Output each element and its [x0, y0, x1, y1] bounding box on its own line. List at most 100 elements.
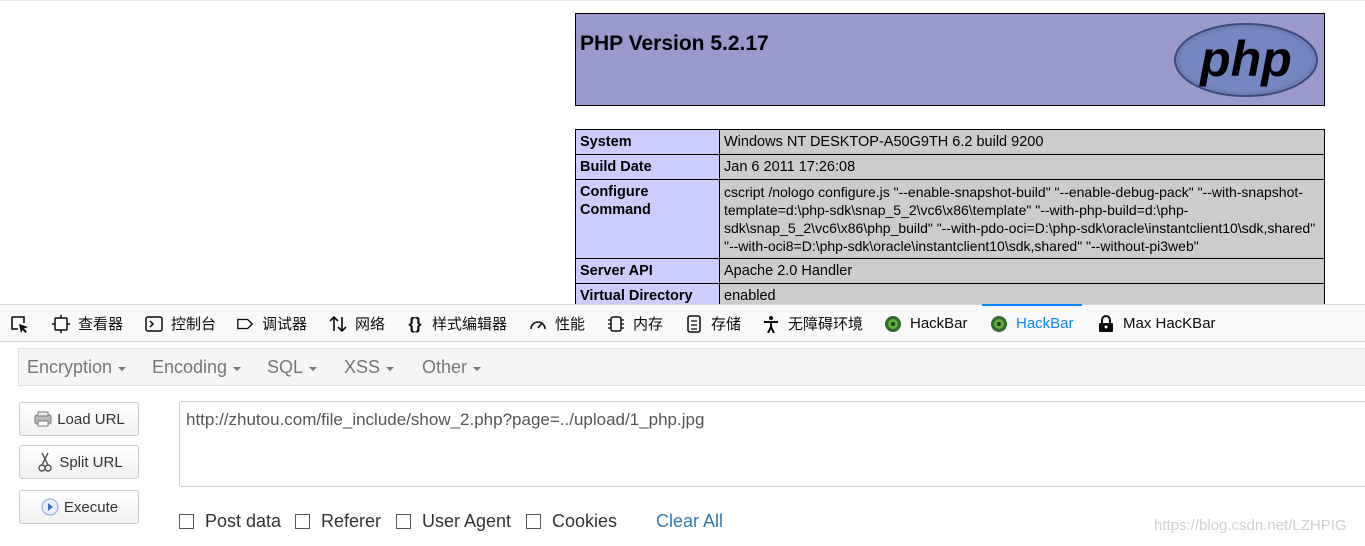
- hackbar-icon: [884, 315, 902, 333]
- menu-label: Other: [422, 357, 468, 377]
- caret-down-icon: [473, 366, 482, 371]
- tab-label: 内存: [633, 316, 664, 333]
- tab-accessibility[interactable]: 无障碍环境: [762, 305, 863, 342]
- page-viewport: PHP Version 5.2.17 php System Windows NT…: [0, 0, 1365, 305]
- execute-label: Execute: [63, 498, 119, 516]
- tab-style-editor[interactable]: {} 样式编辑器: [406, 305, 507, 342]
- php-info-table: System Windows NT DESKTOP-A50G9TH 6.2 bu…: [575, 129, 1325, 305]
- tab-label: 样式编辑器: [432, 316, 508, 333]
- row-value: cscript /nologo configure.js "--enable-s…: [719, 179, 1325, 259]
- table-row: Virtual Directory enabled: [575, 283, 1325, 305]
- row-value: Windows NT DESKTOP-A50G9TH 6.2 build 920…: [719, 129, 1325, 155]
- checkbox-box[interactable]: [179, 513, 194, 529]
- accessibility-icon: [762, 315, 780, 333]
- menu-encryption[interactable]: Encryption: [27, 349, 127, 386]
- split-url-label: Split URL: [59, 453, 123, 471]
- load-url-icon: [33, 409, 53, 429]
- tab-hackbar-2[interactable]: HackBar: [982, 304, 1082, 342]
- menu-sql[interactable]: SQL: [267, 349, 318, 386]
- clear-all-link[interactable]: Clear All: [656, 510, 723, 532]
- table-row: Configure Command cscript /nologo config…: [575, 179, 1325, 259]
- user-agent-checkbox[interactable]: User Agent: [396, 510, 511, 532]
- post-data-checkbox[interactable]: Post data: [179, 510, 281, 532]
- tab-label: Max HacKBar: [1123, 315, 1216, 332]
- performance-icon: [529, 315, 547, 333]
- checkbox-label: Post data: [205, 510, 282, 531]
- referer-checkbox[interactable]: Referer: [295, 510, 381, 532]
- caret-down-icon: [386, 366, 395, 371]
- storage-icon: [685, 314, 703, 333]
- table-row: System Windows NT DESKTOP-A50G9TH 6.2 bu…: [575, 129, 1325, 155]
- row-key: Configure Command: [575, 179, 720, 259]
- scissors-icon: [35, 452, 55, 472]
- checkbox-box[interactable]: [396, 513, 411, 529]
- style-editor-icon: {}: [408, 313, 422, 333]
- tab-label: 网络: [355, 316, 386, 333]
- tab-label: 查看器: [78, 316, 124, 333]
- table-row: Server API Apache 2.0 Handler: [575, 258, 1325, 284]
- menu-label: Encryption: [27, 357, 113, 377]
- memory-icon: [607, 315, 625, 333]
- tab-network[interactable]: 网络: [329, 305, 385, 342]
- load-url-label: Load URL: [57, 410, 125, 428]
- url-textarea[interactable]: http://zhutou.com/file_include/show_2.ph…: [179, 401, 1365, 487]
- tab-label: 存储: [711, 316, 742, 333]
- lock-icon: [1097, 314, 1115, 333]
- caret-down-icon: [118, 366, 127, 371]
- checkbox-box[interactable]: [295, 513, 310, 529]
- execute-button[interactable]: Execute: [19, 490, 139, 524]
- checkbox-label: Referer: [321, 510, 382, 531]
- tab-inspector[interactable]: 查看器: [52, 305, 123, 342]
- element-picker-icon[interactable]: [10, 315, 30, 335]
- tab-label: 调试器: [262, 316, 308, 333]
- menu-label: Encoding: [152, 357, 228, 377]
- tab-memory[interactable]: 内存: [607, 305, 663, 342]
- menu-label: XSS: [344, 357, 381, 377]
- tab-label: 性能: [555, 316, 586, 333]
- tab-label: HackBar: [1016, 315, 1074, 332]
- tab-max-hackbar[interactable]: Max HacKBar: [1097, 305, 1216, 342]
- hackbar-menubar: Encryption Encoding SQL XSS Other: [18, 348, 1365, 386]
- menu-other[interactable]: Other: [422, 349, 482, 386]
- tab-performance[interactable]: 性能: [529, 305, 585, 342]
- row-value: enabled: [719, 283, 1325, 305]
- cookies-checkbox[interactable]: Cookies: [526, 510, 617, 532]
- devtools-toolbar: 查看器 控制台 调试器 网络 {} 样式编辑器 性能 内存 存储 无障碍环境 H…: [0, 304, 1365, 342]
- tab-label: 无障碍环境: [788, 316, 864, 333]
- inspector-icon: [52, 314, 70, 333]
- caret-down-icon: [233, 366, 242, 371]
- tab-console[interactable]: 控制台: [145, 305, 216, 342]
- tab-storage[interactable]: 存储: [685, 305, 741, 342]
- table-row: Build Date Jan 6 2011 17:26:08: [575, 154, 1325, 180]
- split-url-button[interactable]: Split URL: [19, 445, 139, 479]
- tab-label: 控制台: [171, 316, 217, 333]
- row-key: Virtual Directory: [575, 283, 720, 305]
- tab-label: HackBar: [910, 315, 968, 332]
- load-url-button[interactable]: Load URL: [19, 402, 139, 436]
- caret-down-icon: [309, 366, 318, 371]
- checkbox-box[interactable]: [526, 513, 541, 529]
- checkbox-label: User Agent: [422, 510, 512, 531]
- watermark: https://blog.csdn.net/LZHPIG: [1154, 517, 1347, 534]
- debugger-icon: [236, 315, 254, 333]
- console-icon: [145, 315, 163, 333]
- play-icon: [40, 497, 60, 517]
- tab-hackbar-1[interactable]: HackBar: [884, 305, 968, 342]
- menu-xss[interactable]: XSS: [344, 349, 395, 386]
- checkbox-label: Cookies: [552, 510, 618, 531]
- row-key-text: Configure Command: [580, 184, 651, 218]
- menu-label: SQL: [267, 357, 304, 377]
- hackbar-icon: [990, 315, 1008, 333]
- row-value: Apache 2.0 Handler: [719, 258, 1325, 284]
- network-icon: [329, 315, 347, 333]
- row-key: Server API: [575, 258, 720, 284]
- row-key: System: [575, 129, 720, 155]
- row-key: Build Date: [575, 154, 720, 180]
- php-header: PHP Version 5.2.17 php: [575, 13, 1325, 106]
- php-version-title: PHP Version 5.2.17: [580, 32, 769, 55]
- hackbar-panel: Encryption Encoding SQL XSS Other Load U…: [0, 342, 1365, 546]
- menu-encoding[interactable]: Encoding: [152, 349, 242, 386]
- tab-debugger[interactable]: 调试器: [236, 305, 307, 342]
- php-logo: php: [1174, 23, 1318, 97]
- row-value: Jan 6 2011 17:26:08: [719, 154, 1325, 180]
